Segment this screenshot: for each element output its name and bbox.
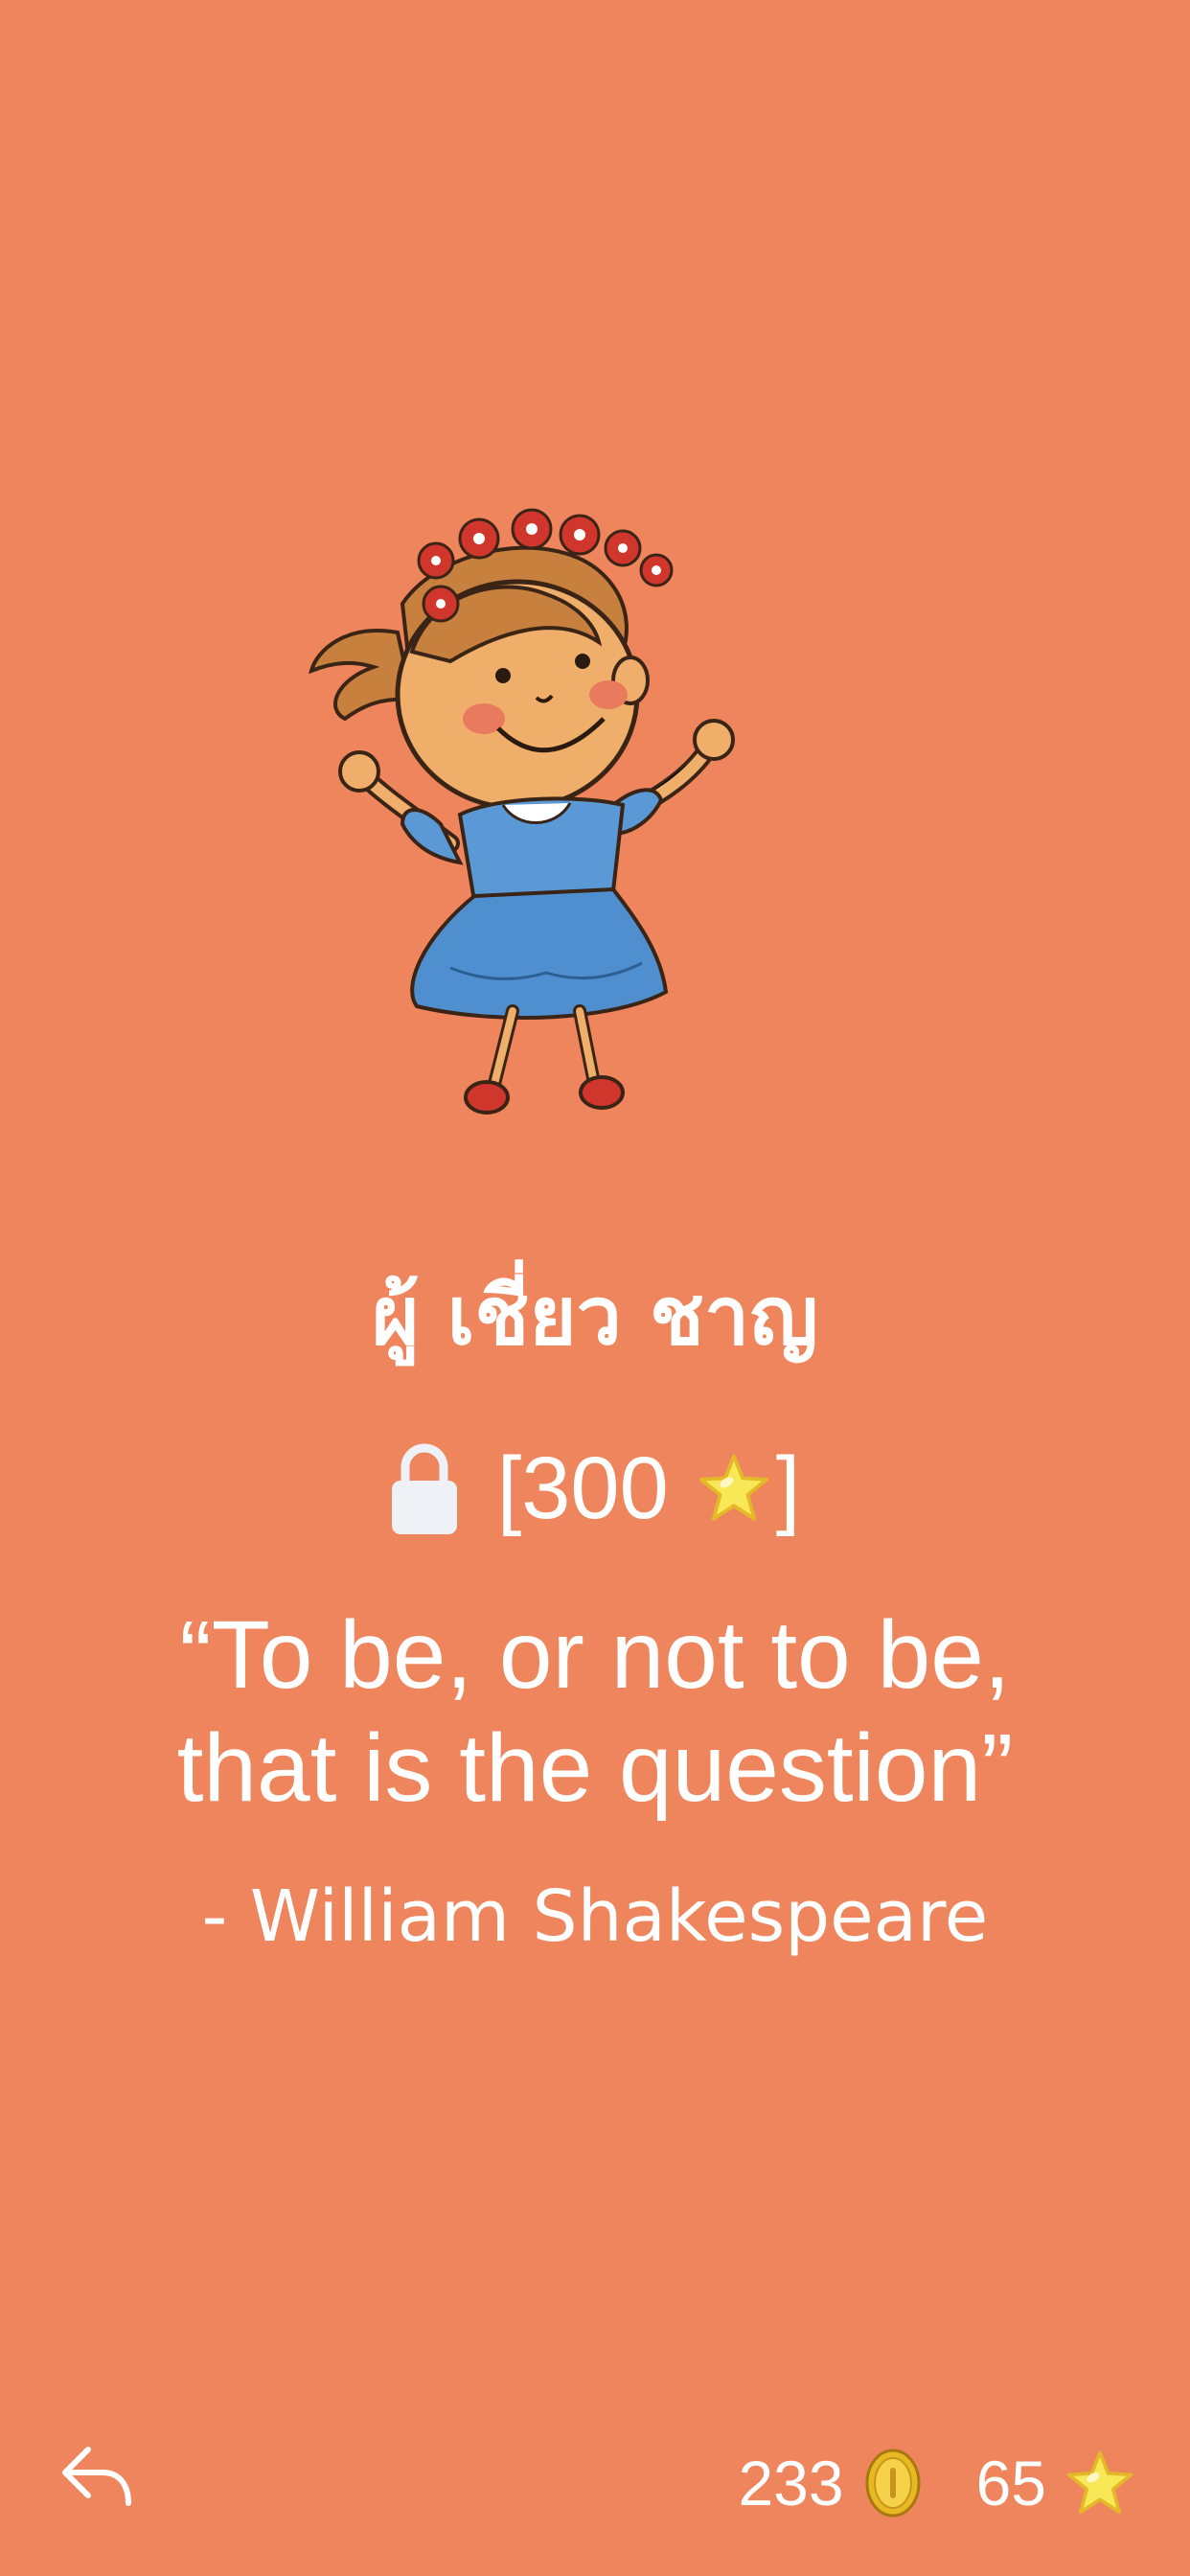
bracket-open: [ [496,1439,522,1537]
unlock-cost[interactable]: [ 300 ] [0,1431,1190,1546]
bracket-close: ] [775,1439,801,1537]
back-arrow-icon[interactable] [59,2442,136,2509]
currency-counters: 233 65 [738,2442,1134,2524]
star-count: 65 [975,2448,1046,2518]
level-title: ผู้ เชี่ยว ชาญ [372,1269,818,1363]
girl-illustration [309,508,735,1115]
quote-text: “To be, or not to be, that is the questi… [57,1598,1133,1825]
star-icon [1066,2450,1133,2515]
quote-line-2: that is the question” [176,1714,1014,1822]
star-icon [698,1454,768,1521]
quote-author: - William Shakespeare [201,1875,989,1958]
lock-icon [391,1443,457,1534]
coin-count: 233 [738,2448,844,2518]
unlock-cost-value: 300 [521,1439,669,1537]
quote-line-1: “To be, or not to be, [179,1601,1011,1709]
coin-icon [865,2449,921,2518]
